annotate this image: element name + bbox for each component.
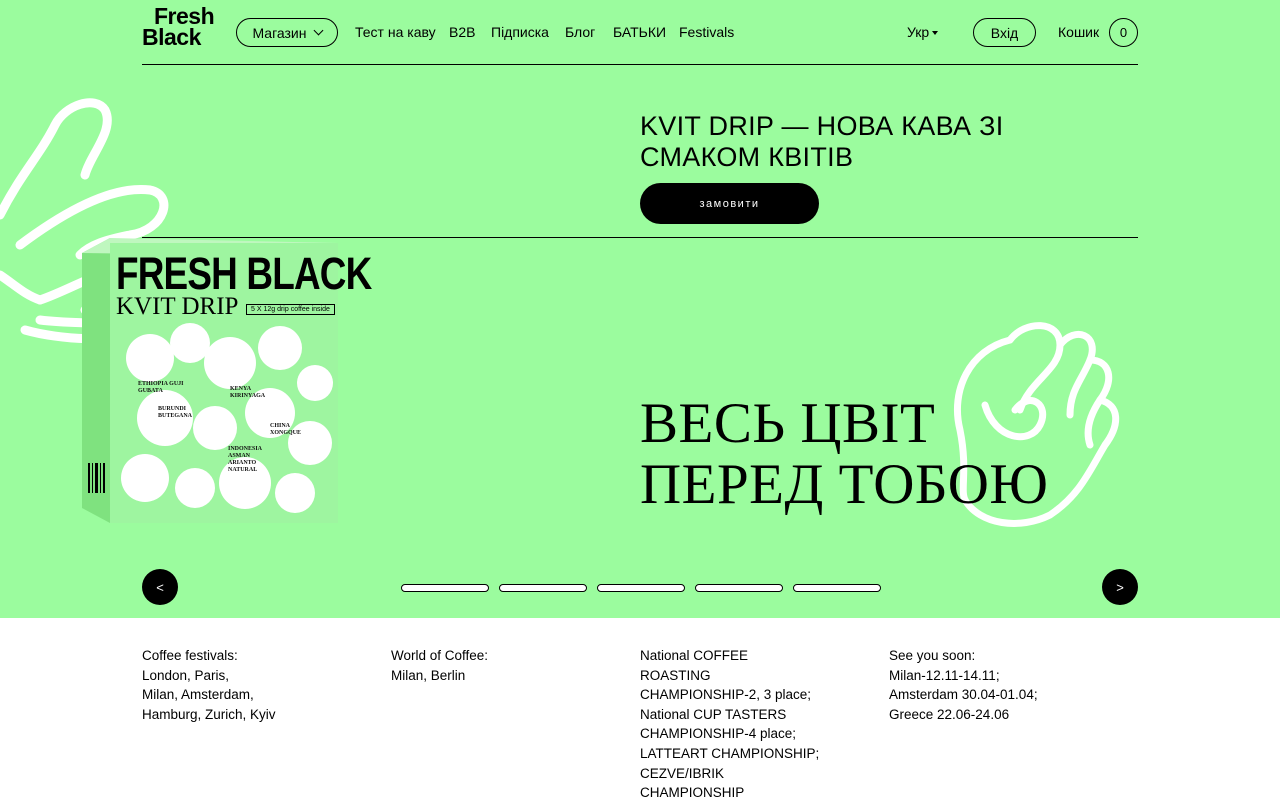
logo-line-2: Black (142, 24, 201, 50)
order-button-label: замовити (699, 197, 760, 210)
header-divider (142, 64, 1138, 65)
caret-down-icon (932, 31, 939, 36)
info-world-of-coffee: World of Coffee: Milan, Berlin (391, 648, 489, 683)
slider-dot[interactable] (695, 584, 783, 592)
origin-label: CHINA XONGQUE (270, 423, 302, 436)
logo[interactable]: Fresh Black (142, 3, 232, 50)
login-button[interactable]: Вхід (973, 18, 1036, 47)
info-see-you-soon: See you soon: Milan-12.11-14.11; Amsterd… (889, 648, 1038, 722)
shop-menu-label: Магазин (252, 24, 307, 41)
slider-dot[interactable] (401, 584, 489, 592)
next-arrow-icon: > (1116, 579, 1124, 595)
origin-label: KENYA KIRINYAGA (230, 386, 266, 399)
language-selector[interactable]: Укр (907, 24, 939, 40)
nav-parents[interactable]: БАТЬКИ (613, 24, 666, 40)
origin-label: ETHIOPIA GUJI GUBATA (138, 381, 184, 394)
info-festivals: Coffee festivals: London, Paris, Milan, … (142, 648, 276, 722)
nav-festivals[interactable]: Festivals (679, 24, 734, 40)
shop-menu-button[interactable]: Магазин (236, 18, 338, 47)
slider-dot[interactable] (597, 584, 685, 592)
origin-label: BURUNDI BUTEGANA (158, 406, 193, 419)
nav-blog[interactable]: Блог (565, 24, 595, 40)
slider-dot[interactable] (793, 584, 881, 592)
logo-line-1: Fresh (154, 3, 215, 29)
chevron-down-icon (313, 25, 323, 36)
nav-subscription[interactable]: Підписка (491, 24, 549, 40)
nav-coffee-test[interactable]: Тест на каву (355, 24, 436, 40)
hero-section: Fresh Black Магазин Тест на каву B2B Під… (0, 0, 1280, 618)
login-label: Вхід (990, 24, 1019, 41)
nav-b2b[interactable]: B2B (449, 24, 475, 40)
origin-label: INDONESIA ASMAN ARIANTO NATURAL (228, 446, 262, 473)
slider-prev-button[interactable]: < (142, 569, 178, 605)
slide-tagline: ВЕСЬ ЦВІТ ПЕРЕД ТОБОЮ (640, 392, 1049, 516)
slide-heading: KVIT DRIP — НОВА КАВА ЗІ СМАКОМ КВІТІВ (640, 111, 1004, 172)
product-name: KVIT DRIP (116, 293, 239, 320)
slider-dot[interactable] (499, 584, 587, 592)
slider-next-button[interactable]: > (1102, 569, 1138, 605)
order-button[interactable]: замовити (640, 183, 819, 224)
cart-count-value: 0 (1119, 25, 1128, 40)
cart-link[interactable]: Кошик (1058, 24, 1099, 40)
cart-count-badge[interactable]: 0 (1109, 18, 1138, 47)
prev-arrow-icon: < (156, 579, 164, 595)
language-label: Укр (907, 24, 930, 40)
product-note: 5 X 12g drip coffee inside (246, 304, 335, 315)
info-championships: National COFFEE ROASTING CHAMPIONSHIP-2,… (640, 648, 820, 801)
product-box-image: FRESH BLACK KVIT DRIP 5 X 12g drip coffe… (70, 238, 372, 528)
